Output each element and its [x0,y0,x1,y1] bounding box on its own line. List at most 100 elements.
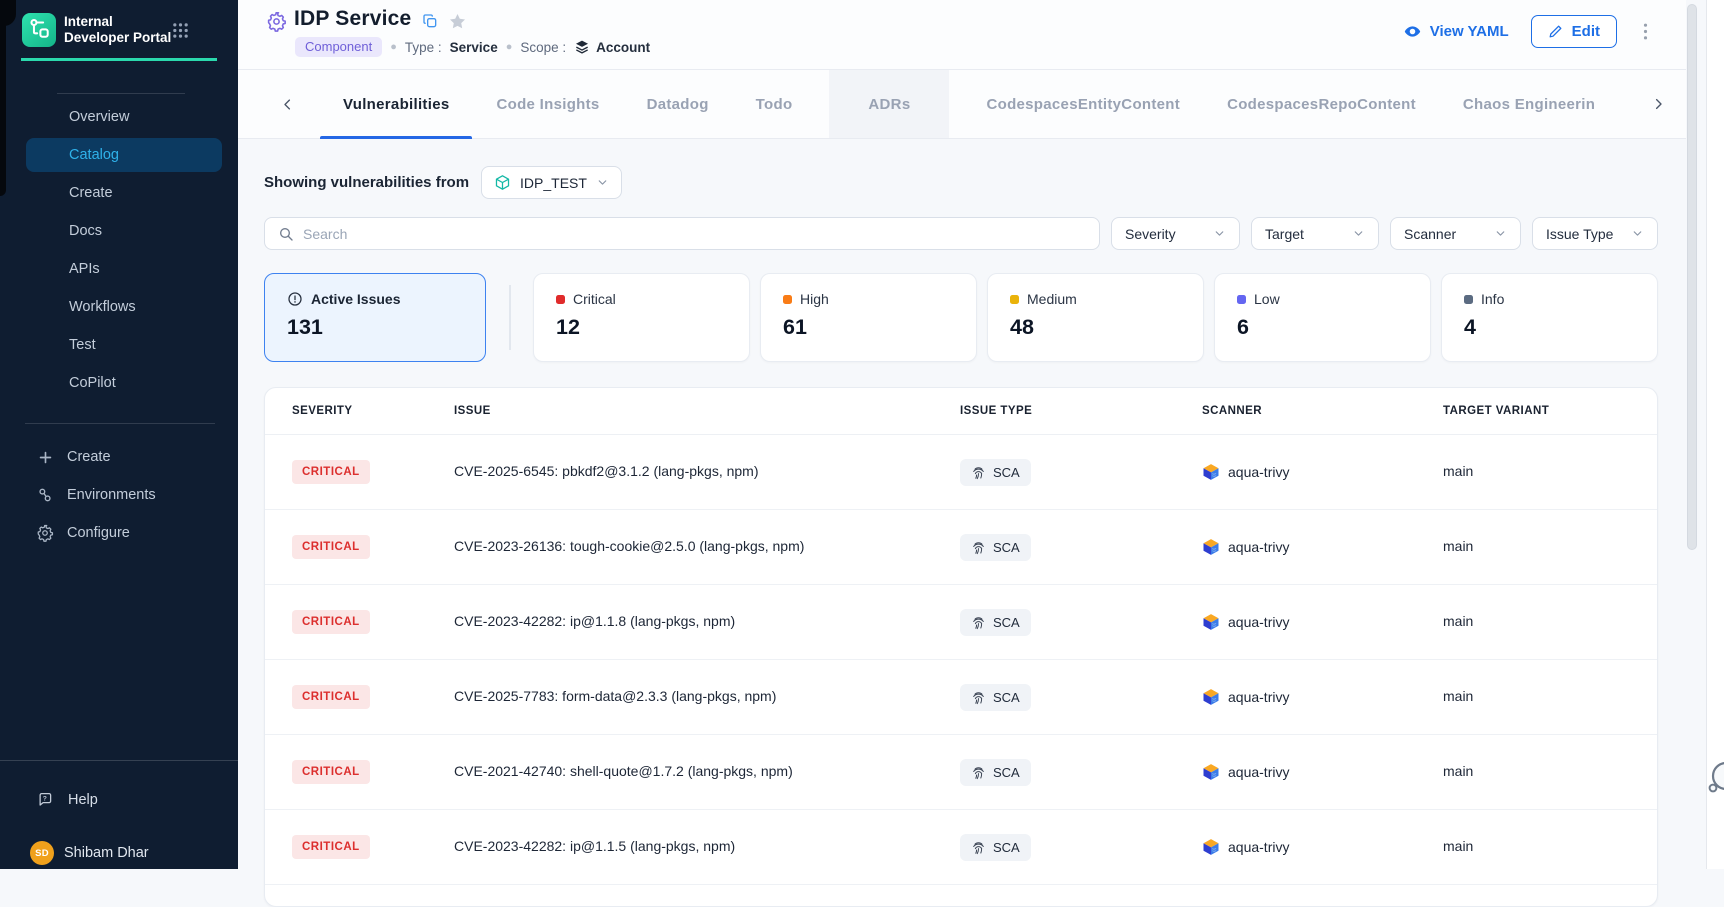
favorite-star-icon[interactable] [448,12,467,36]
trivy-scanner-icon [1202,538,1220,556]
scrollbar[interactable] [1687,4,1697,550]
issue-type-cell: SCA [960,459,1202,486]
tab-adrs[interactable]: ADRs [829,70,949,138]
issue-type-label: SCA [993,690,1020,705]
chat-widget-partial[interactable] [1703,756,1724,805]
sidebar-item-label: Docs [69,223,102,239]
showing-label: Showing vulnerabilities from [264,174,469,191]
sidebar-item-catalog[interactable]: Catalog [26,138,222,172]
issue-title: CVE-2023-26136: tough-cookie@2.5.0 (lang… [454,538,804,554]
stat-label: Medium [1027,291,1077,307]
filter-scanner[interactable]: Scanner [1390,217,1521,250]
tabs-scroll-left-icon[interactable] [280,97,295,112]
sidebar-item-apis[interactable]: APIs [0,250,238,288]
target-variant: main [1443,613,1473,629]
copy-icon[interactable] [422,13,438,34]
tab-datadog[interactable]: Datadog [647,70,709,138]
sidebar-item-test[interactable]: Test [0,326,238,364]
chevron-down-icon [1213,227,1226,240]
help-button[interactable]: ? Help [36,788,98,812]
fingerprint-icon [971,540,986,555]
stat-card-critical[interactable]: Critical12 [533,273,750,362]
sidebar-item-label: Test [69,337,96,353]
severity-cell: CRITICAL [292,760,454,784]
tab-vulnerabilities[interactable]: Vulnerabilities [343,70,449,138]
table-row[interactable]: CRITICALCVE-2025-7783: form-data@2.3.3 (… [265,660,1657,735]
sidebar-action-configure[interactable]: Configure [0,514,238,552]
stat-card-medium[interactable]: Medium48 [987,273,1204,362]
sidebar-action-create[interactable]: Create [0,438,238,476]
target-variant: main [1443,688,1473,704]
severity-badge: CRITICAL [292,760,370,784]
vulnerabilities-content: Showing vulnerabilities from IDP_TEST Se… [238,139,1686,869]
sidebar-action-label: Create [67,449,111,465]
user-menu[interactable]: SD Shibam Dhar [30,841,149,865]
edit-button[interactable]: Edit [1531,15,1617,48]
severity-badge: CRITICAL [292,610,370,634]
table-row[interactable]: CRITICALCVE-2023-42282: ip@1.1.8 (lang-p… [265,585,1657,660]
scope-label: Scope : [520,40,566,55]
stat-card-low[interactable]: Low6 [1214,273,1431,362]
showing-row: Showing vulnerabilities from IDP_TEST [264,166,622,199]
sidebar-action-environments[interactable]: Environments [0,476,238,514]
tab-codespacesentitycontent[interactable]: CodespacesEntityContent [986,70,1180,138]
sidebar-item-copilot[interactable]: CoPilot [0,364,238,402]
fingerprint-icon [971,840,986,855]
issue-type-badge: SCA [960,609,1031,636]
stat-card-high[interactable]: High61 [760,273,977,362]
scanner-cell: aqua-trivy [1202,463,1443,481]
entity-header: IDP Service Component ● Type : Service ●… [238,0,1686,70]
tab-label: CodespacesRepoContent [1227,96,1416,113]
target-variant-cell: main [1443,763,1657,781]
view-yaml-button[interactable]: View YAML [1403,22,1509,41]
fingerprint-icon [971,615,986,630]
table-row[interactable]: CRITICALCVE-2021-42740: shell-quote@1.7.… [265,735,1657,810]
divider [0,760,238,761]
issue-type-cell: SCA [960,684,1202,711]
main-panel: IDP Service Component ● Type : Service ●… [238,0,1686,869]
help-label: Help [68,792,98,808]
table-row[interactable]: CRITICAL CVE-2023-42282: ip@1.1.5 (lang-p… [265,810,1657,885]
tab-chaos-engineerin[interactable]: Chaos Engineerin [1463,70,1595,138]
source-selector[interactable]: IDP_TEST [481,166,622,199]
active-issues-card[interactable]: Active Issues 131 [264,273,486,362]
table-row[interactable]: CRITICALCVE-2023-26136: tough-cookie@2.5… [265,510,1657,585]
sidebar-item-workflows[interactable]: Workflows [0,288,238,326]
sidebar-item-label: Overview [69,109,129,125]
column-header-issue: ISSUE [454,405,960,417]
tab-label: ADRs [868,96,910,113]
trivy-scanner-icon [1202,838,1220,856]
sidebar-item-overview[interactable]: Overview [0,98,238,136]
edit-label: Edit [1572,23,1600,40]
tab-code-insights[interactable]: Code Insights [496,70,599,138]
severity-dot [556,295,565,304]
separator-dot: ● [506,41,513,53]
table-row[interactable]: CRITICALCVE-2025-6545: pbkdf2@3.1.2 (lan… [265,435,1657,510]
filter-target[interactable]: Target [1251,217,1379,250]
service-gear-icon [266,11,287,37]
tabs-bar: Vulnerabilities Code Insights Datadog Todo A… [238,70,1686,139]
chevron-down-icon [1352,227,1365,240]
target-variant-cell: main [1443,463,1657,481]
stat-card-info[interactable]: Info4 [1441,273,1658,362]
issue-title: CVE-2025-7783: form-data@2.3.3 (lang-pkg… [454,688,776,704]
sidebar-item-docs[interactable]: Docs [0,212,238,250]
svg-text:?: ? [43,795,47,802]
issue-cell: CVE-2023-42282: ip@1.1.5 (lang-pkgs, npm… [454,838,960,856]
more-options-kebab-icon[interactable] [1639,20,1652,43]
trivy-scanner-icon [1202,613,1220,631]
tab-codespacesrepocontent[interactable]: CodespacesRepoContent [1227,70,1416,138]
severity-badge: CRITICAL [292,835,370,859]
apps-grid-icon[interactable] [172,22,189,44]
filter-issue-type[interactable]: Issue Type [1532,217,1658,250]
issue-type-label: SCA [993,540,1020,555]
search-input[interactable] [303,226,1086,242]
tabs-scroll-right-icon[interactable] [1651,97,1666,112]
issue-type-badge: SCA [960,759,1031,786]
severity-cell: CRITICAL [292,535,454,559]
column-header-severity: SEVERITY [292,405,454,417]
stat-label: Critical [573,291,616,307]
tab-todo[interactable]: Todo [756,70,793,138]
filter-severity[interactable]: Severity [1111,217,1240,250]
sidebar-item-create[interactable]: Create [0,174,238,212]
